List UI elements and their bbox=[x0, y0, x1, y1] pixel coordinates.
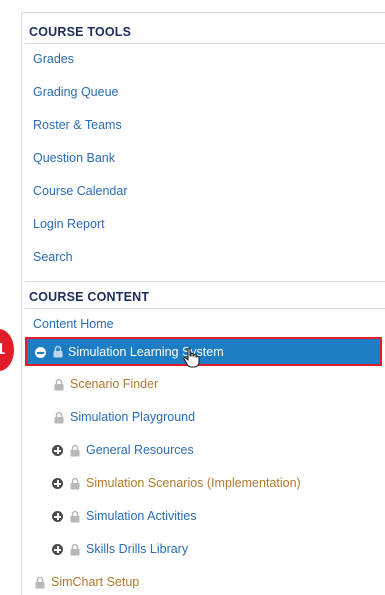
course-menu-frame: COURSE TOOLS Grades Grading Queue Roster… bbox=[0, 0, 385, 595]
nav-course-calendar-link[interactable]: Course Calendar bbox=[33, 184, 128, 198]
nav-grades-link[interactable]: Grades bbox=[33, 52, 74, 66]
lock-icon bbox=[70, 444, 80, 457]
tree-item-label: Simulation Activities bbox=[86, 509, 197, 523]
lock-icon bbox=[54, 378, 64, 391]
tree-item-simulation-scenarios[interactable]: Simulation Scenarios (Implementation) bbox=[52, 475, 352, 493]
step-badge-number: 1 bbox=[0, 341, 5, 358]
tree-item-general-resources[interactable]: General Resources bbox=[52, 442, 312, 460]
lock-icon bbox=[54, 411, 64, 424]
tree-item-scenario-finder[interactable]: Scenario Finder bbox=[52, 376, 272, 394]
tree-item-label: Simulation Scenarios (Implementation) bbox=[86, 476, 301, 490]
minus-circle-icon[interactable] bbox=[35, 347, 46, 358]
lock-icon bbox=[70, 543, 80, 556]
tree-item-skills-drills-library[interactable]: Skills Drills Library bbox=[52, 541, 312, 559]
plus-circle-icon[interactable] bbox=[52, 511, 63, 522]
course-tools-header: COURSE TOOLS bbox=[29, 25, 132, 39]
lock-icon bbox=[70, 510, 80, 523]
lock-icon bbox=[35, 576, 45, 589]
tree-item-label: SimChart Setup bbox=[51, 575, 140, 589]
course-content-header: COURSE CONTENT bbox=[29, 290, 150, 304]
nav-roster-teams-link[interactable]: Roster & Teams bbox=[33, 118, 122, 132]
tree-item-simchart-setup[interactable]: SimChart Setup bbox=[33, 574, 233, 592]
tree-item-simulation-playground[interactable]: Simulation Playground bbox=[52, 409, 272, 427]
lock-icon bbox=[53, 345, 63, 358]
tree-item-label: Scenario Finder bbox=[70, 377, 159, 391]
tree-item-label: Skills Drills Library bbox=[86, 542, 189, 556]
hand-pointer-icon bbox=[183, 347, 200, 368]
nav-search-link[interactable]: Search bbox=[33, 250, 73, 264]
lock-icon bbox=[70, 477, 80, 490]
tree-item-label: General Resources bbox=[86, 443, 194, 457]
nav-grading-queue-link[interactable]: Grading Queue bbox=[33, 85, 118, 99]
course-content-top-divider bbox=[25, 281, 385, 282]
selected-item-simulation-learning-system[interactable]: Simulation Learning System bbox=[25, 337, 382, 366]
course-content-divider bbox=[25, 308, 385, 309]
course-tools-divider bbox=[25, 43, 385, 44]
plus-circle-icon[interactable] bbox=[52, 445, 63, 456]
nav-login-report-link[interactable]: Login Report bbox=[33, 217, 105, 231]
content-home-link[interactable]: Content Home bbox=[33, 317, 114, 331]
nav-question-bank-link[interactable]: Question Bank bbox=[33, 151, 115, 165]
tree-item-simulation-activities[interactable]: Simulation Activities bbox=[52, 508, 312, 526]
step-badge: 1 bbox=[0, 329, 14, 371]
plus-circle-icon[interactable] bbox=[52, 478, 63, 489]
plus-circle-icon[interactable] bbox=[52, 544, 63, 555]
tree-item-label: Simulation Playground bbox=[70, 410, 196, 424]
